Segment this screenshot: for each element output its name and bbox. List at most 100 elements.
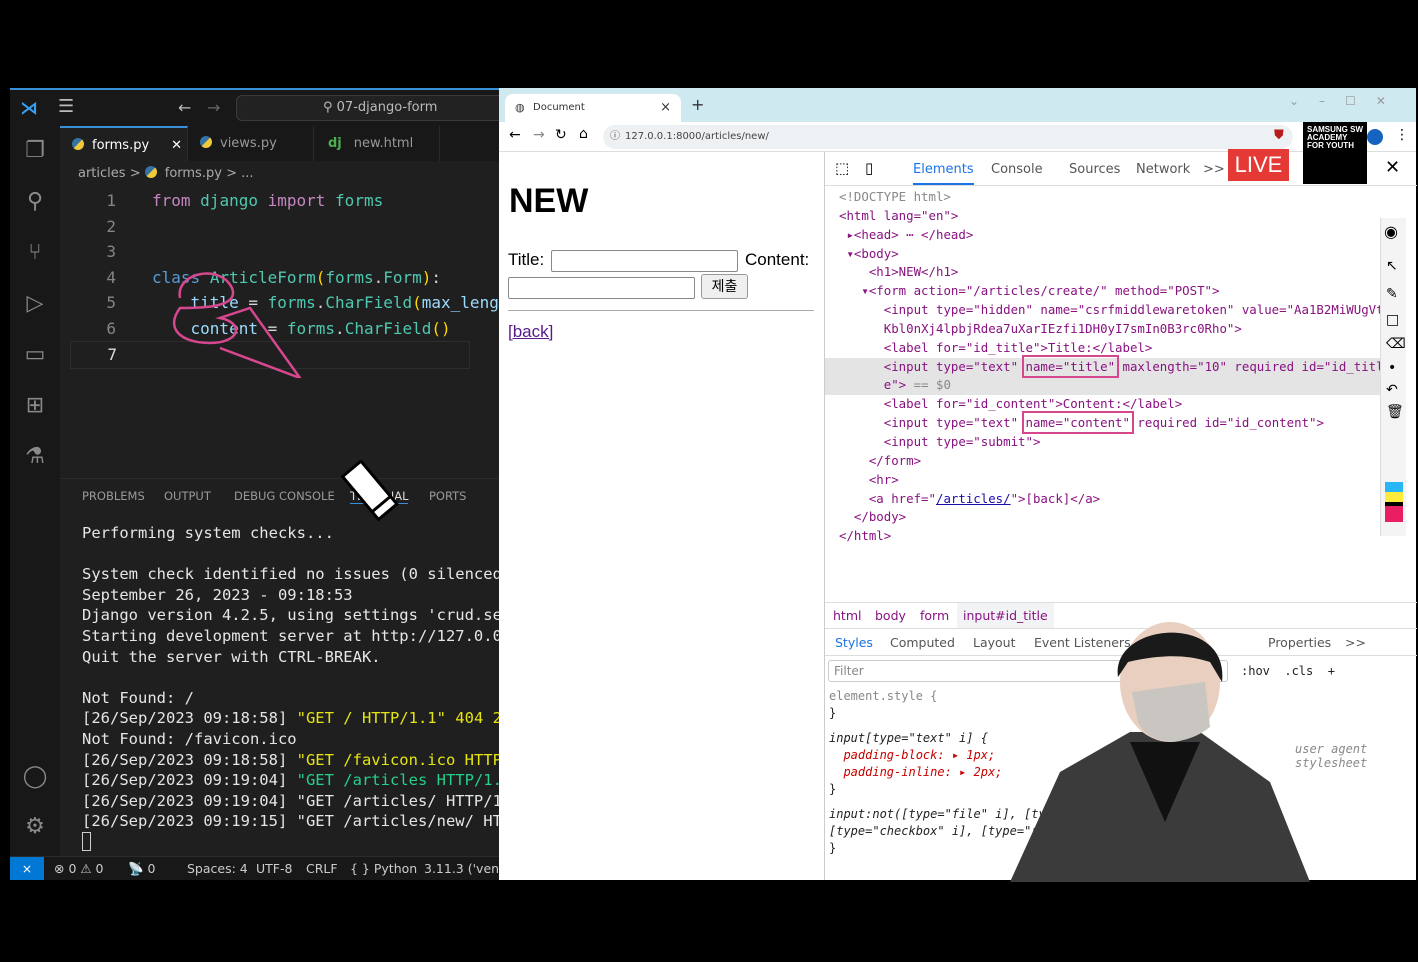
tab-output[interactable]: OUTPUT xyxy=(164,489,211,503)
hr-divider xyxy=(508,310,814,311)
back-link[interactable]: [back] xyxy=(508,322,553,342)
menu-icon[interactable]: ☰ xyxy=(58,96,74,117)
cursor-icon[interactable]: ↖ xyxy=(1386,258,1398,274)
django-icon: dj xyxy=(328,136,342,151)
device-toolbar-icon[interactable]: ▯ xyxy=(865,159,873,177)
back-icon[interactable]: ← xyxy=(509,127,521,143)
status-bar: ⨯ ⊗ 0 ⚠ 0 📡 0 Spaces: 4 UTF-8 CRLF { } P… xyxy=(10,856,514,880)
python-icon xyxy=(200,136,212,148)
dom-tree[interactable]: <!DOCTYPE html> <html lang="en"> ▸<head> … xyxy=(825,188,1399,546)
explorer-icon[interactable]: ❐ xyxy=(22,138,48,164)
presenter-video xyxy=(1010,622,1310,882)
source-control-icon[interactable]: ⑂ xyxy=(22,240,48,266)
tab-sources[interactable]: Sources xyxy=(1069,162,1120,177)
extension-shield-icon[interactable]: ⛊ xyxy=(1274,128,1284,143)
crumb-form[interactable]: form xyxy=(920,608,949,623)
status-problems[interactable]: ⊗ 0 ⚠ 0 xyxy=(54,861,104,876)
menu-kebab-icon[interactable]: ⋮ xyxy=(1395,127,1409,143)
annotation-box-title: name="title" xyxy=(1021,354,1120,378)
samsung-academy-logo: SAMSUNG SW ACADEMY FOR YOUTH xyxy=(1303,122,1367,184)
tab-forms-py[interactable]: forms.py ✕ xyxy=(60,126,188,161)
tab-styles[interactable]: Styles xyxy=(835,635,873,650)
undo-icon[interactable]: ↶ xyxy=(1386,382,1398,398)
tab-problems[interactable]: PROBLEMS xyxy=(82,489,145,503)
pen-icon[interactable]: ✎ xyxy=(1386,286,1398,302)
globe-icon: ◍ xyxy=(515,101,525,114)
account-icon[interactable]: ◯ xyxy=(22,764,48,790)
url-input[interactable]: ⓘ 127.0.0.1:8000/articles/new/ xyxy=(603,125,1293,149)
content-label: Content: xyxy=(745,250,810,269)
more-subtabs-icon[interactable]: >> xyxy=(1345,635,1366,650)
close-tab-icon[interactable]: × xyxy=(660,94,671,122)
info-icon: ⓘ xyxy=(610,131,620,142)
code-line: 2 xyxy=(106,216,116,236)
dot-icon[interactable]: • xyxy=(1388,360,1396,376)
status-encoding[interactable]: UTF-8 xyxy=(256,861,292,876)
settings-gear-icon[interactable]: ⚙ xyxy=(22,814,48,840)
search-icon[interactable]: ⚲ xyxy=(22,189,48,215)
remote-explorer-icon[interactable]: ▭ xyxy=(22,342,48,368)
status-language[interactable]: { } Python xyxy=(350,861,417,876)
tab-network[interactable]: Network xyxy=(1136,162,1190,177)
code-line: 1 from django import forms xyxy=(106,191,384,210)
pointer-icon[interactable]: ◉ xyxy=(1384,222,1398,241)
tab-debug-console[interactable]: DEBUG CONSOLE xyxy=(234,489,335,503)
forward-arrow-icon[interactable]: → xyxy=(207,98,220,117)
python-icon xyxy=(144,166,157,178)
breadcrumb: articles > forms.py > ... xyxy=(78,166,254,181)
breadcrumb-symbol[interactable]: ... xyxy=(241,166,253,181)
profile-avatar[interactable] xyxy=(1367,129,1383,145)
vscode-logo-icon: ⋊ xyxy=(20,98,38,119)
tab-views-py[interactable]: views.py xyxy=(188,126,314,161)
page-viewport: NEW Title: Content: 제출 [back] xyxy=(499,152,824,880)
forward-icon[interactable]: → xyxy=(533,127,545,143)
extensions-icon[interactable]: ⊞ xyxy=(22,393,48,419)
eraser-icon[interactable]: ⌫ xyxy=(1386,336,1406,352)
code-line: 3 xyxy=(106,242,116,261)
title-input[interactable] xyxy=(551,250,738,272)
python-icon xyxy=(72,138,84,150)
title-bar: ⋊ ☰ ← → ⚲ 07-django-form xyxy=(10,88,506,126)
breadcrumb-file[interactable]: forms.py xyxy=(165,166,222,181)
home-icon[interactable]: ⌂ xyxy=(579,126,588,142)
crumb-html[interactable]: html xyxy=(833,608,861,623)
crumb-body[interactable]: body xyxy=(875,608,906,623)
command-center-search[interactable]: ⚲ 07-django-form xyxy=(236,95,506,121)
devtools-panel: ⬚ ▯ Elements Console Sources Network >> … xyxy=(824,122,1417,882)
status-spaces[interactable]: Spaces: 4 xyxy=(187,861,248,876)
tab-ports[interactable]: PORTS xyxy=(429,489,466,503)
browser-tab[interactable]: ◍ Document × xyxy=(505,94,681,122)
vscode-window: ⋊ ☰ ← → ⚲ 07-django-form ❐ ⚲ ⑂ ▷ ▭ ⊞ ⚗ ◯… xyxy=(10,88,537,880)
testing-icon[interactable]: ⚗ xyxy=(22,444,48,470)
tab-elements[interactable]: Elements xyxy=(913,162,974,185)
address-bar-row: ← → ↻ ⌂ ⓘ 127.0.0.1:8000/articles/new/ ⛊ … xyxy=(499,122,1416,152)
title-label: Title: xyxy=(508,250,545,269)
status-ports[interactable]: 📡 0 xyxy=(128,861,156,877)
more-tabs-icon[interactable]: >> xyxy=(1203,162,1225,177)
editor-tabs: forms.py ✕ views.py dj new.html xyxy=(60,126,499,161)
submit-button[interactable]: 제출 xyxy=(701,274,748,299)
inspect-element-icon[interactable]: ⬚ xyxy=(835,159,849,177)
reload-icon[interactable]: ↻ xyxy=(555,127,567,143)
remote-icon[interactable]: ⨯ xyxy=(10,857,44,880)
color-palette[interactable] xyxy=(1385,482,1403,522)
shape-icon[interactable]: □ xyxy=(1386,312,1399,328)
run-debug-icon[interactable]: ▷ xyxy=(22,291,48,317)
new-tab-button[interactable]: + xyxy=(691,95,704,114)
close-icon[interactable]: ✕ xyxy=(171,138,182,153)
close-devtools-icon[interactable]: ✕ xyxy=(1385,157,1400,178)
tab-new-html[interactable]: dj new.html xyxy=(314,126,440,161)
terminal-output[interactable]: Performing system checks... System check… xyxy=(82,523,502,851)
content-input[interactable] xyxy=(508,277,695,299)
window-controls[interactable]: ⌄–☐✕ xyxy=(1289,94,1406,108)
breadcrumb-sep: > xyxy=(226,166,237,181)
tab-strip: ◍ Document × + ⌄–☐✕ xyxy=(499,88,1416,122)
tab-computed[interactable]: Computed xyxy=(890,635,955,650)
tab-console[interactable]: Console xyxy=(991,162,1043,177)
breadcrumb-articles[interactable]: articles xyxy=(78,166,126,181)
status-eol[interactable]: CRLF xyxy=(306,861,338,876)
live-badge: LIVE xyxy=(1228,149,1289,181)
trash-icon[interactable]: 🗑 xyxy=(1386,404,1404,420)
back-arrow-icon[interactable]: ← xyxy=(178,98,191,117)
bottom-panel: PROBLEMS OUTPUT DEBUG CONSOLE TERMINAL P… xyxy=(60,478,502,856)
